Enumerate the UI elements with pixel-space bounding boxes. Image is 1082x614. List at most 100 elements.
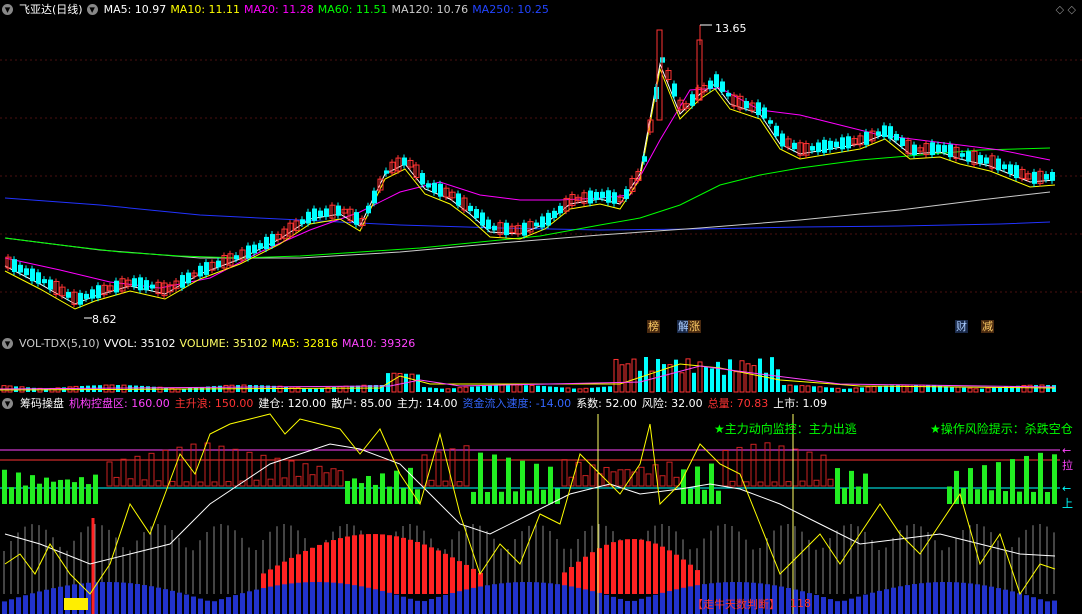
chip-green-bar bbox=[1024, 455, 1029, 504]
event-tag-cai[interactable]: 财 bbox=[955, 320, 968, 333]
event-tag-bang[interactable]: 榜 bbox=[647, 320, 660, 333]
chip-blue-bar bbox=[975, 584, 980, 614]
chip-blue-bar bbox=[534, 582, 539, 614]
candle-down bbox=[624, 189, 629, 199]
volume-bar bbox=[308, 388, 312, 392]
volume-bar bbox=[391, 372, 397, 393]
chip-green-bar bbox=[415, 489, 420, 504]
chip-red-bar bbox=[267, 478, 274, 487]
chip-red-fill bbox=[394, 536, 399, 594]
volume-bar bbox=[764, 372, 768, 392]
volume-bar bbox=[733, 371, 739, 393]
chip-blue-bar bbox=[345, 584, 350, 614]
chip-red-fill bbox=[415, 541, 420, 594]
chip-red-bar bbox=[806, 451, 813, 487]
candle-down bbox=[216, 260, 221, 268]
chip-blue-bar bbox=[1010, 591, 1015, 614]
chip-blue-bar bbox=[982, 585, 987, 614]
chip-blue-bar bbox=[1052, 600, 1057, 614]
candle-down bbox=[150, 284, 155, 289]
chip-red-bar bbox=[246, 451, 253, 487]
chip-green-bar bbox=[2, 469, 7, 504]
event-tag-zhang[interactable]: 涨 bbox=[688, 320, 701, 333]
chip-chart[interactable] bbox=[0, 394, 1082, 614]
chip-blue-bar bbox=[1003, 589, 1008, 614]
event-tag-jian[interactable]: 减 bbox=[981, 320, 994, 333]
volume-bar bbox=[452, 388, 456, 392]
candle-down bbox=[834, 141, 839, 148]
chip-red-bar bbox=[561, 459, 568, 487]
chip-blue-bar bbox=[303, 582, 308, 614]
volume-chart[interactable] bbox=[0, 334, 1082, 394]
chip-red-bar bbox=[232, 448, 239, 487]
chip-blue-bar bbox=[408, 598, 413, 614]
volume-bar bbox=[745, 363, 751, 393]
volume-bar bbox=[619, 364, 625, 393]
volume-bar bbox=[470, 386, 474, 392]
chip-red-fill bbox=[408, 539, 413, 594]
chip-green-bar bbox=[555, 488, 560, 504]
volume-bar bbox=[428, 387, 432, 392]
candle-down bbox=[492, 225, 497, 231]
volume-bar bbox=[1052, 385, 1056, 392]
chip-red-bar bbox=[428, 479, 435, 487]
chip-blue-bar bbox=[261, 588, 266, 614]
candlestick-chart[interactable] bbox=[0, 0, 1082, 334]
chip-blue-bar bbox=[163, 589, 168, 614]
chip-green-bar bbox=[23, 485, 28, 504]
chip-blue-bar bbox=[653, 594, 658, 614]
chip-blue-bar bbox=[905, 585, 910, 614]
chip-green-bar bbox=[968, 468, 973, 504]
chip-blue-bar bbox=[870, 592, 875, 614]
candle-down bbox=[768, 120, 773, 124]
candle-down bbox=[882, 125, 887, 137]
chip-green-bar bbox=[492, 454, 497, 504]
candle-down bbox=[792, 142, 797, 150]
chip-red-fill bbox=[646, 541, 651, 594]
volume-bar bbox=[506, 385, 510, 392]
risk-signal: ★操作风险提示：杀跌空仓 bbox=[930, 422, 1073, 436]
candle-down bbox=[324, 208, 329, 217]
volume-bar bbox=[685, 358, 691, 393]
volume-bar bbox=[667, 364, 673, 393]
chip-red-bar bbox=[799, 480, 806, 487]
volume-bar bbox=[289, 386, 295, 393]
candle-down bbox=[1044, 174, 1049, 180]
chip-red-fill bbox=[457, 561, 462, 594]
candle-down bbox=[828, 140, 833, 150]
candle-down bbox=[180, 275, 185, 288]
volume-bar bbox=[409, 373, 415, 393]
price-panel[interactable]: ▾ 飞亚达(日线) ▾ MA5: 10.97 MA10: 11.11 MA20:… bbox=[0, 0, 1082, 334]
chip-green-bar bbox=[716, 490, 721, 504]
chip-blue-bar bbox=[380, 590, 385, 614]
chip-green-bar bbox=[996, 462, 1001, 504]
candle-down bbox=[960, 153, 965, 157]
chip-blue-bar bbox=[891, 587, 896, 614]
chip-blue-bar bbox=[856, 596, 861, 614]
volume-bar bbox=[824, 387, 828, 392]
chip-green-bar bbox=[695, 466, 700, 504]
chip-green-bar bbox=[37, 483, 42, 504]
chip-blue-bar bbox=[156, 587, 161, 614]
volume-panel[interactable]: ▾ VOL-TDX(5,10) VVOL: 35102 VOLUME: 3510… bbox=[0, 334, 1082, 394]
chip-panel[interactable]: ▾ 筹码操盘 机构控盘区: 160.00 主升浪: 150.00 建仓: 120… bbox=[0, 394, 1082, 614]
chip-blue-bar bbox=[51, 588, 56, 614]
candle-down bbox=[864, 131, 869, 145]
chip-blue-bar bbox=[569, 586, 574, 614]
chip-red-fill bbox=[667, 550, 672, 594]
chip-green-bar bbox=[345, 480, 350, 504]
chip-red-bar bbox=[771, 481, 778, 487]
volume-bar bbox=[782, 385, 786, 392]
chip-blue-bar bbox=[835, 601, 840, 614]
volume-bar bbox=[770, 357, 774, 392]
volume-bar bbox=[499, 384, 505, 393]
chip-red-fill bbox=[443, 553, 448, 594]
chip-green-bar bbox=[387, 486, 392, 504]
volume-bar bbox=[625, 363, 631, 393]
chip-blue-bar bbox=[667, 591, 672, 614]
chip-blue-bar bbox=[170, 590, 175, 614]
chip-red-fill bbox=[632, 539, 637, 594]
chip-red-fill bbox=[366, 534, 371, 594]
candle-down bbox=[474, 209, 479, 219]
chip-red-bar bbox=[155, 480, 162, 487]
